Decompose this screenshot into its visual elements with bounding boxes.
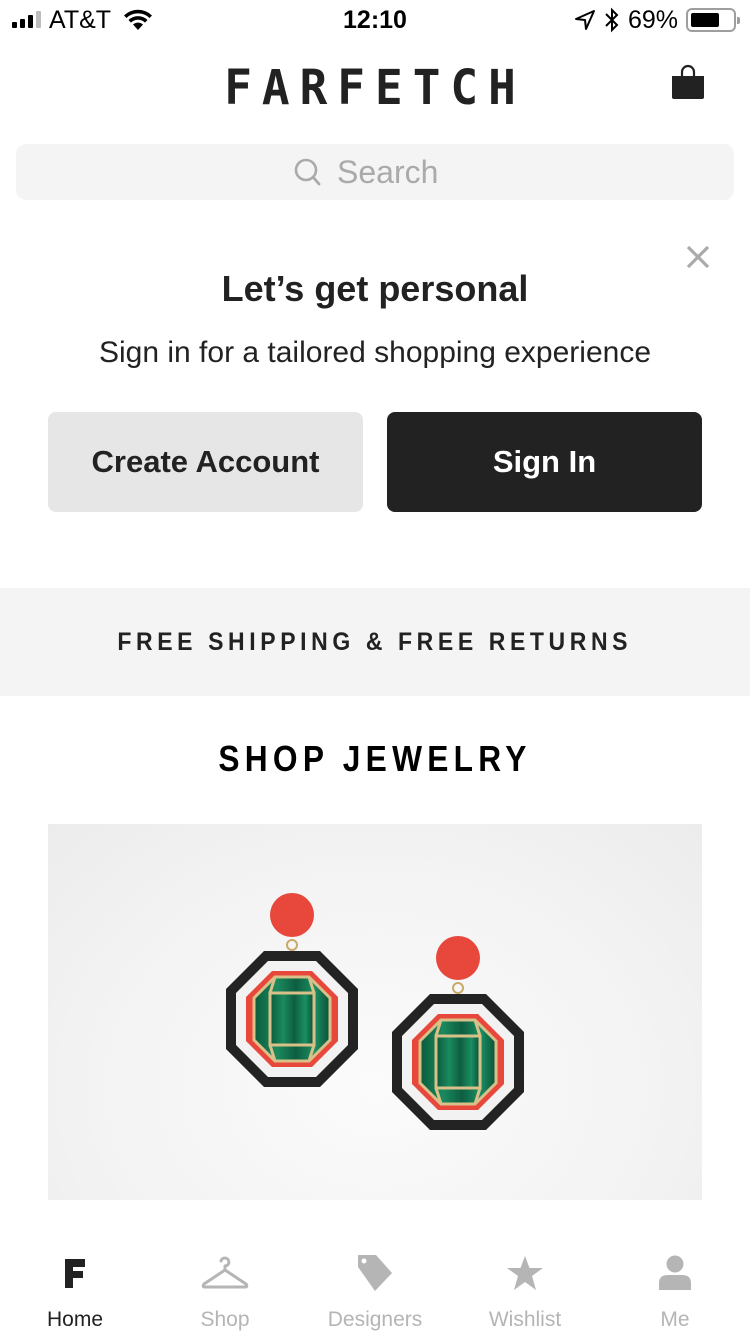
shopping-bag-icon[interactable] <box>670 64 706 100</box>
tab-label: Shop <box>200 1308 250 1331</box>
tab-label: Designers <box>327 1308 423 1331</box>
tab-label: Me <box>660 1308 690 1331</box>
carrier-name: AT&T <box>49 5 112 34</box>
bottom-tab-bar: Home Shop Designers Wishlist Me <box>0 1234 750 1334</box>
search-icon <box>294 158 321 186</box>
earrings-illustration <box>226 893 524 1130</box>
search-input[interactable] <box>337 153 457 191</box>
signal-strength-icon <box>12 11 41 28</box>
earring-left <box>226 893 358 1087</box>
tab-designers[interactable]: Designers <box>300 1234 450 1334</box>
earring-right <box>392 936 524 1130</box>
tag-icon <box>358 1255 392 1291</box>
free-shipping-text: FREE SHIPPING & FREE RETURNS <box>117 627 633 656</box>
close-icon[interactable] <box>684 243 712 271</box>
tab-shop[interactable]: Shop <box>150 1234 300 1334</box>
battery-icon <box>686 8 740 32</box>
shop-jewelry-heading: SHOP JEWELRY <box>218 738 532 779</box>
battery-percent: 69% <box>627 5 678 34</box>
status-bar: AT&T 12:10 69% <box>0 0 750 40</box>
status-right: 69% <box>574 5 740 34</box>
tab-me[interactable]: Me <box>600 1234 750 1334</box>
wifi-icon <box>124 9 153 30</box>
star-icon <box>507 1256 543 1290</box>
tab-home[interactable]: Home <box>0 1234 150 1334</box>
personal-card-subtitle: Sign in for a tailored shopping experien… <box>98 336 652 369</box>
app-header: FARFETCH <box>0 40 750 130</box>
location-arrow-icon <box>574 10 595 30</box>
farfetch-f-icon <box>65 1259 85 1288</box>
create-account-button[interactable]: Create Account <box>48 412 363 512</box>
tab-label: Wishlist <box>488 1308 562 1331</box>
jewelry-promo-image[interactable] <box>48 824 702 1200</box>
search-bar[interactable] <box>16 144 734 200</box>
free-shipping-banner[interactable]: FREE SHIPPING & FREE RETURNS <box>0 588 750 696</box>
person-icon <box>659 1255 691 1290</box>
personal-card-title: Let’s get personal <box>221 268 529 309</box>
bluetooth-icon <box>605 7 619 33</box>
tab-label: Home <box>46 1308 104 1331</box>
section-title: SHOP JEWELRY <box>0 738 750 780</box>
status-left: AT&T <box>12 6 153 34</box>
tab-wishlist[interactable]: Wishlist <box>450 1234 600 1334</box>
farfetch-logo[interactable]: FARFETCH <box>0 59 750 116</box>
hanger-icon <box>201 1256 249 1289</box>
sign-in-button[interactable]: Sign In <box>387 412 702 512</box>
